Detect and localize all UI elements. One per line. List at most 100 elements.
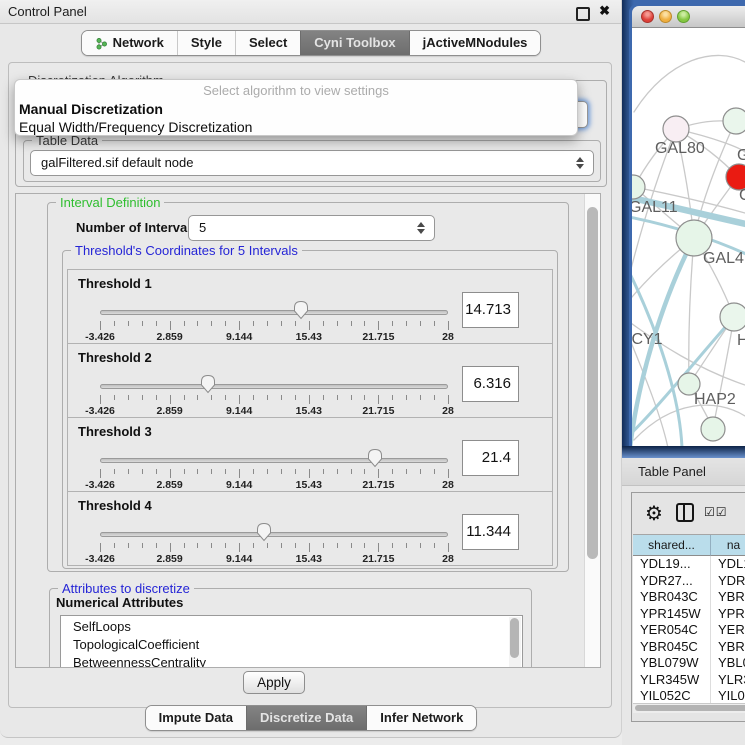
table-cell[interactable]: YBR0: [711, 639, 745, 656]
numerical-attributes-list[interactable]: SelfLoopsTopologicalCoefficientBetweenne…: [60, 615, 523, 668]
close-traffic-light-icon[interactable]: [641, 10, 654, 23]
slider-thumb[interactable]: [200, 374, 216, 394]
node-table-rows: YDL19...YDL1YDR27...YDR2YBR043CYBR0YPR14…: [633, 556, 745, 705]
slider-tick: [392, 395, 393, 400]
slider-tick: [253, 469, 254, 474]
slider-tick: [225, 469, 226, 474]
slider-scale-label: 21.715: [362, 553, 394, 565]
threshold-3-slider[interactable]: -3.4262.8599.14415.4321.71528: [100, 444, 448, 490]
algorithm-option-equal-width[interactable]: Equal Width/Frequency Discretization: [15, 118, 577, 136]
number-of-intervals-combobox[interactable]: 5: [188, 215, 435, 241]
slider-track[interactable]: [100, 384, 448, 389]
network-edge[interactable]: [634, 55, 745, 112]
slider-thumb[interactable]: [256, 522, 272, 542]
slider-tick: [351, 321, 352, 326]
table-row[interactable]: YBR043CYBR0: [633, 589, 745, 606]
table-cell[interactable]: YBR0: [711, 589, 745, 606]
tab-infer-network[interactable]: Infer Network: [366, 706, 476, 730]
select-columns-icon[interactable]: ☑☑: [704, 505, 728, 519]
table-data-combobox[interactable]: galFiltered.sif default node: [30, 150, 594, 176]
table-row[interactable]: YLR345WYLR3: [633, 672, 745, 689]
table-cell[interactable]: YPR145W: [633, 606, 711, 623]
table-row[interactable]: YBL079WYBL0: [633, 655, 745, 672]
slider-tick: [197, 469, 198, 474]
slider-tick: [100, 321, 101, 330]
table-cell[interactable]: YBL0: [711, 655, 745, 672]
panel-scrollbar[interactable]: [584, 194, 600, 667]
slider-scale-label: 9.144: [226, 553, 252, 565]
threshold-2-slider[interactable]: -3.4262.8599.14415.4321.71528: [100, 370, 448, 416]
slider-tick: [281, 395, 282, 400]
network-window-titlebar[interactable]: [632, 6, 745, 28]
column-header-shared-name[interactable]: shared...: [633, 535, 711, 556]
close-icon[interactable]: ✖: [599, 3, 610, 19]
threshold-1-value-field[interactable]: 14.713: [462, 292, 519, 328]
minimize-traffic-light-icon[interactable]: [659, 10, 672, 23]
network-node[interactable]: [720, 303, 745, 331]
threshold-4-value-field[interactable]: 11.344: [462, 514, 519, 550]
slider-track[interactable]: [100, 310, 448, 315]
network-canvas[interactable]: GAL80GALGAL11GAL4GCY1CHAHAP2: [632, 28, 745, 446]
network-edge[interactable]: [634, 405, 745, 440]
zoom-traffic-light-icon[interactable]: [677, 10, 690, 23]
tab-style[interactable]: Style: [177, 31, 235, 55]
attribute-item[interactable]: BetweennessCentrality: [73, 654, 522, 668]
threshold-3-panel: Threshold 3 -3.4262.8599.14415.4321.7152…: [67, 417, 553, 492]
slider-tick: [434, 395, 435, 400]
threshold-3-value-field[interactable]: 21.4: [462, 440, 519, 476]
table-row[interactable]: YDL19...YDL1: [633, 556, 745, 573]
table-cell[interactable]: YLR345W: [633, 672, 711, 689]
table-cell[interactable]: YER054C: [633, 622, 711, 639]
slider-tick: [406, 543, 407, 548]
table-cell[interactable]: YBR043C: [633, 589, 711, 606]
tab-network[interactable]: Network: [82, 31, 177, 55]
tab-jactivemnodules[interactable]: jActiveMNodules: [409, 31, 541, 55]
tab-cyni-toolbox[interactable]: Cyni Toolbox: [300, 31, 408, 55]
network-edge[interactable]: [713, 317, 734, 428]
table-cell[interactable]: YDL1: [711, 556, 745, 573]
algorithm-option-manual[interactable]: Manual Discretization: [15, 100, 577, 118]
screen: Control Panel ✖ Network Style: [0, 0, 745, 745]
table-cell[interactable]: YDR2: [711, 573, 745, 590]
algorithm-popup-prompt[interactable]: Select algorithm to view settings: [15, 80, 577, 100]
network-node[interactable]: [723, 108, 745, 134]
table-row[interactable]: YPR145WYPR1: [633, 606, 745, 623]
float-window-icon[interactable]: [576, 7, 590, 21]
threshold-1-slider[interactable]: -3.4262.8599.14415.4321.71528: [100, 296, 448, 342]
threshold-4-slider[interactable]: -3.4262.8599.14415.4321.71528: [100, 518, 448, 564]
tab-infer-network-label: Infer Network: [380, 706, 463, 730]
table-row[interactable]: YER054CYER0: [633, 622, 745, 639]
table-hscrollbar-thumb[interactable]: [635, 705, 745, 711]
table-row[interactable]: YBR045CYBR0: [633, 639, 745, 656]
list-scrollbar-thumb[interactable]: [510, 618, 519, 658]
table-row[interactable]: YDR27...YDR2: [633, 573, 745, 590]
apply-button[interactable]: Apply: [243, 671, 305, 694]
table-cell[interactable]: YDR27...: [633, 573, 711, 590]
list-scrollbar[interactable]: [509, 617, 521, 668]
table-cell[interactable]: YDL19...: [633, 556, 711, 573]
slider-track[interactable]: [100, 458, 448, 463]
table-cell[interactable]: YBL079W: [633, 655, 711, 672]
table-cell[interactable]: YPR1: [711, 606, 745, 623]
slider-thumb[interactable]: [293, 300, 309, 320]
slider-tick: [364, 469, 365, 474]
slider-track[interactable]: [100, 532, 448, 537]
network-node[interactable]: [701, 417, 725, 441]
table-cell[interactable]: YLR3: [711, 672, 745, 689]
column-layout-icon[interactable]: [676, 503, 694, 522]
slider-scale-label: 9.144: [226, 331, 252, 343]
gear-icon[interactable]: ⚙: [645, 501, 663, 526]
threshold-2-value-field[interactable]: 6.316: [462, 366, 519, 402]
tab-discretize-data[interactable]: Discretize Data: [246, 706, 366, 730]
column-header-name[interactable]: na: [711, 535, 745, 556]
table-hscrollbar[interactable]: [633, 703, 745, 713]
attribute-item[interactable]: TopologicalCoefficient: [73, 636, 522, 654]
network-node[interactable]: [663, 116, 689, 142]
panel-scrollbar-thumb[interactable]: [587, 207, 598, 559]
table-cell[interactable]: YER0: [711, 622, 745, 639]
attribute-item[interactable]: SelfLoops: [73, 618, 522, 636]
table-cell[interactable]: YBR045C: [633, 639, 711, 656]
tab-impute-data[interactable]: Impute Data: [146, 706, 246, 730]
slider-thumb[interactable]: [367, 448, 383, 468]
tab-select[interactable]: Select: [235, 31, 300, 55]
